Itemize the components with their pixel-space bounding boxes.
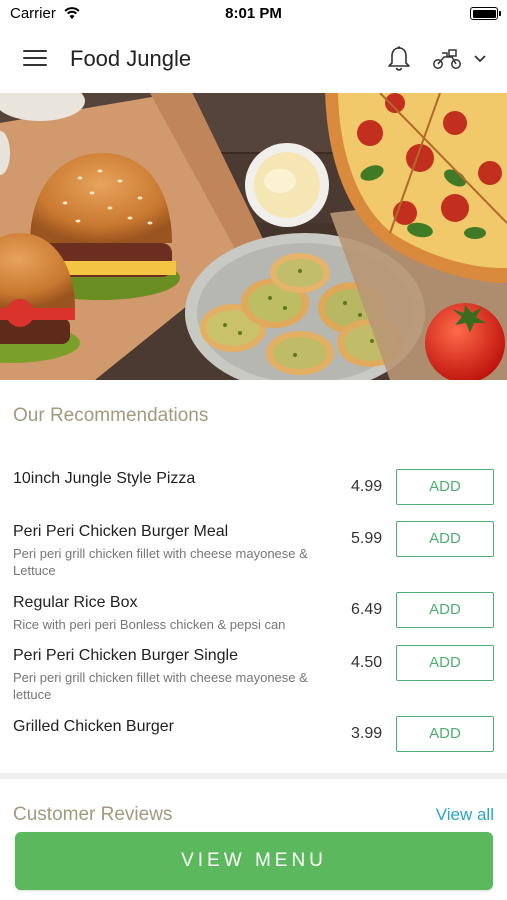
item-price: 4.99: [351, 478, 383, 495]
item-price: 4.50: [351, 654, 383, 671]
add-button[interactable]: ADD: [396, 645, 494, 681]
app-title: Food Jungle: [70, 46, 192, 71]
view-menu-button[interactable]: VIEW MENU: [15, 832, 493, 890]
recommendations-title: Our Recommendations: [13, 405, 209, 426]
delivery-icon[interactable]: [431, 48, 463, 70]
item-description: Peri peri grill chicken fillet with chee…: [13, 670, 308, 702]
battery-icon: [470, 7, 501, 20]
bell-icon[interactable]: [386, 45, 412, 73]
item-price: 6.49: [351, 601, 383, 618]
hero-food-image: [0, 93, 507, 380]
add-button[interactable]: ADD: [396, 469, 494, 505]
item-price: 3.99: [351, 725, 383, 742]
app-header: Food Jungle: [0, 26, 507, 93]
item-description: Peri peri grill chicken fillet with chee…: [13, 546, 308, 578]
section-divider: [0, 773, 507, 779]
item-name: Grilled Chicken Burger: [13, 718, 174, 735]
item-name: Peri Peri Chicken Burger Single: [13, 647, 238, 664]
item-name: 10inch Jungle Style Pizza: [13, 470, 196, 487]
item-name: Peri Peri Chicken Burger Meal: [13, 523, 229, 540]
item-name: Regular Rice Box: [13, 594, 138, 611]
reviews-title: Customer Reviews: [13, 804, 173, 825]
view-all-link[interactable]: View all: [436, 805, 494, 825]
add-button[interactable]: ADD: [396, 592, 494, 628]
item-description: Rice with peri peri Bonless chicken & pe…: [13, 617, 286, 632]
item-price: 5.99: [351, 530, 383, 547]
chevron-down-icon[interactable]: [473, 54, 487, 64]
status-bar: Carrier 8:01 PM: [0, 0, 507, 26]
add-button[interactable]: ADD: [396, 521, 494, 557]
status-time: 8:01 PM: [225, 5, 282, 22]
menu-icon[interactable]: [23, 50, 47, 68]
add-button[interactable]: ADD: [396, 716, 494, 752]
